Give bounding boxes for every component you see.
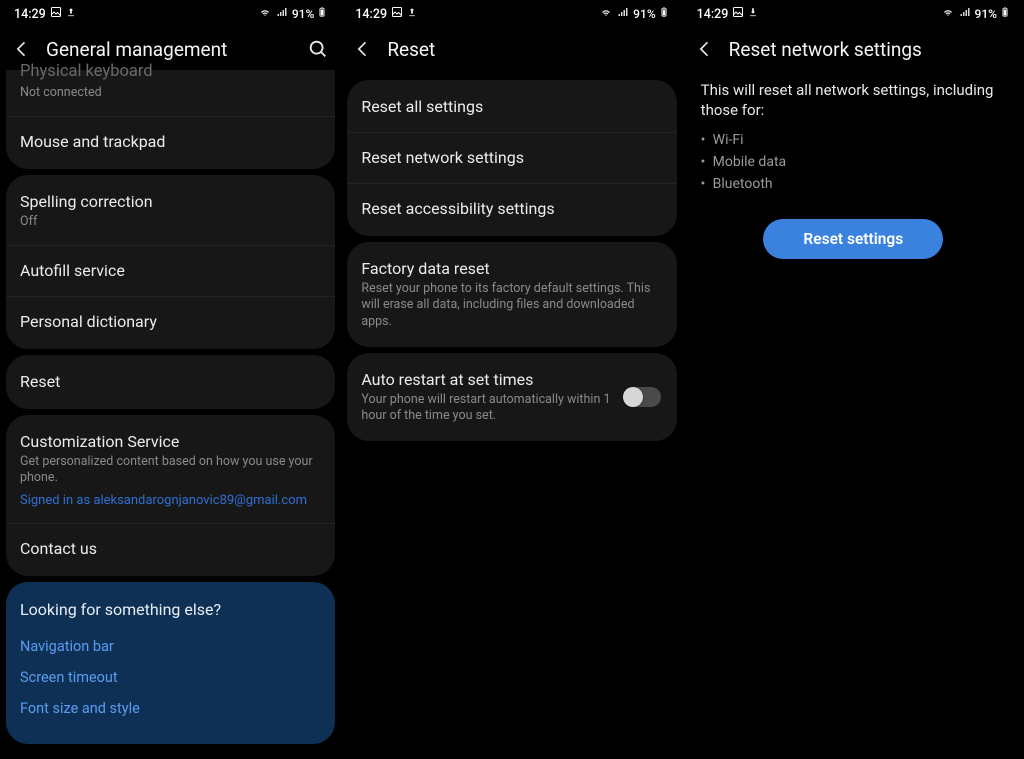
reset-title: Reset xyxy=(20,372,321,392)
back-icon[interactable] xyxy=(12,39,32,59)
row-reset-accessibility[interactable]: Reset accessibility settings xyxy=(347,183,676,234)
customization-sub: Get personalized content based on how yo… xyxy=(20,454,321,487)
physical-keyboard-title: Physical keyboard xyxy=(20,62,321,83)
card-text-input: Spelling correction Off Autofill service… xyxy=(6,175,335,349)
status-time: 14:29 xyxy=(14,7,46,22)
card-reset: Reset xyxy=(6,355,335,409)
auto-restart-sub: Your phone will restart automatically wi… xyxy=(361,392,616,425)
row-reset[interactable]: Reset xyxy=(6,357,335,407)
spelling-sub: Off xyxy=(20,214,321,230)
autofill-title: Autofill service xyxy=(20,261,321,281)
row-customization-service[interactable]: Customization Service Get personalized c… xyxy=(6,417,335,523)
lfse-link-navigation-bar[interactable]: Navigation bar xyxy=(20,631,321,662)
row-reset-network[interactable]: Reset network settings xyxy=(347,132,676,183)
physical-keyboard-sub: Not connected xyxy=(20,85,321,101)
screen-reset-network: 14:29 91% Reset network settings This wi… xyxy=(683,0,1024,759)
bullet-wifi: Wi-Fi xyxy=(701,129,1006,151)
reset-network-bullets: Wi-Fi Mobile data Bluetooth xyxy=(683,127,1024,215)
battery-pct: 91% xyxy=(633,7,655,21)
spelling-title: Spelling correction xyxy=(20,192,321,212)
auto-restart-title: Auto restart at set times xyxy=(361,370,616,390)
card-auto-restart: Auto restart at set times Your phone wil… xyxy=(347,353,676,442)
wifi-icon xyxy=(599,6,613,22)
wifi-icon xyxy=(258,6,272,22)
factory-sub: Reset your phone to its factory default … xyxy=(361,281,662,330)
image-icon xyxy=(391,6,403,22)
status-bar: 14:29 91% xyxy=(683,0,1024,28)
download-icon xyxy=(748,6,758,22)
page-title: General management xyxy=(46,38,293,61)
factory-title: Factory data reset xyxy=(361,259,662,279)
image-icon xyxy=(50,6,62,22)
row-physical-keyboard[interactable]: Physical keyboard Not connected xyxy=(6,70,335,116)
battery-icon xyxy=(317,5,327,23)
lfse-link-font-size-style[interactable]: Font size and style xyxy=(20,693,321,724)
status-time: 14:29 xyxy=(355,7,387,22)
contact-us-title: Contact us xyxy=(20,539,321,559)
app-header: Reset xyxy=(341,28,682,70)
status-bar: 14:29 91% xyxy=(0,0,341,28)
reset-network-title: Reset network settings xyxy=(361,148,662,168)
card-reset-options: Reset all settings Reset network setting… xyxy=(347,80,676,236)
reset-network-desc: This will reset all network settings, in… xyxy=(683,70,1024,127)
row-contact-us[interactable]: Contact us xyxy=(6,523,335,574)
page-title: Reset xyxy=(387,38,670,61)
card-customization: Customization Service Get personalized c… xyxy=(6,415,335,576)
battery-pct: 91% xyxy=(292,7,314,21)
row-spelling-correction[interactable]: Spelling correction Off xyxy=(6,177,335,245)
battery-pct: 91% xyxy=(975,7,997,21)
signal-icon xyxy=(958,6,972,22)
battery-icon xyxy=(1000,5,1010,23)
page-title: Reset network settings xyxy=(729,38,1012,61)
bullet-mobile-data: Mobile data xyxy=(701,151,1006,173)
back-icon[interactable] xyxy=(353,39,373,59)
row-factory-reset[interactable]: Factory data reset Reset your phone to i… xyxy=(347,244,676,345)
signal-icon xyxy=(275,6,289,22)
back-icon[interactable] xyxy=(695,39,715,59)
row-autofill[interactable]: Autofill service xyxy=(6,245,335,296)
screen-reset: 14:29 91% Reset Reset all settings Reset… xyxy=(341,0,682,759)
bullet-bluetooth: Bluetooth xyxy=(701,173,1006,195)
signal-icon xyxy=(616,6,630,22)
upload-icon xyxy=(66,6,76,22)
row-reset-all[interactable]: Reset all settings xyxy=(347,82,676,132)
lfse-header: Looking for something else? xyxy=(20,600,321,619)
row-mouse-trackpad[interactable]: Mouse and trackpad xyxy=(6,116,335,167)
image-icon xyxy=(732,6,744,22)
upload-icon xyxy=(407,6,417,22)
mouse-trackpad-title: Mouse and trackpad xyxy=(20,132,321,152)
status-time: 14:29 xyxy=(697,7,729,22)
app-header: Reset network settings xyxy=(683,28,1024,70)
reset-settings-button[interactable]: Reset settings xyxy=(763,219,943,259)
battery-icon xyxy=(659,5,669,23)
search-icon[interactable] xyxy=(307,38,329,60)
personal-dictionary-title: Personal dictionary xyxy=(20,312,321,332)
status-bar: 14:29 91% xyxy=(341,0,682,28)
card-looking-for-else: Looking for something else? Navigation b… xyxy=(6,582,335,744)
screen-general-management: 14:29 91% General management xyxy=(0,0,341,759)
lfse-link-screen-timeout[interactable]: Screen timeout xyxy=(20,662,321,693)
card-input-devices: Physical keyboard Not connected Mouse an… xyxy=(6,70,335,169)
customization-title: Customization Service xyxy=(20,432,321,452)
auto-restart-toggle[interactable] xyxy=(623,387,661,407)
card-factory-reset: Factory data reset Reset your phone to i… xyxy=(347,242,676,347)
row-auto-restart[interactable]: Auto restart at set times Your phone wil… xyxy=(347,355,676,440)
reset-accessibility-title: Reset accessibility settings xyxy=(361,199,662,219)
row-personal-dictionary[interactable]: Personal dictionary xyxy=(6,296,335,347)
wifi-icon xyxy=(941,6,955,22)
customization-signin-link: Signed in as aleksandarognjanovic89@gmai… xyxy=(20,493,321,508)
reset-all-title: Reset all settings xyxy=(361,97,662,117)
